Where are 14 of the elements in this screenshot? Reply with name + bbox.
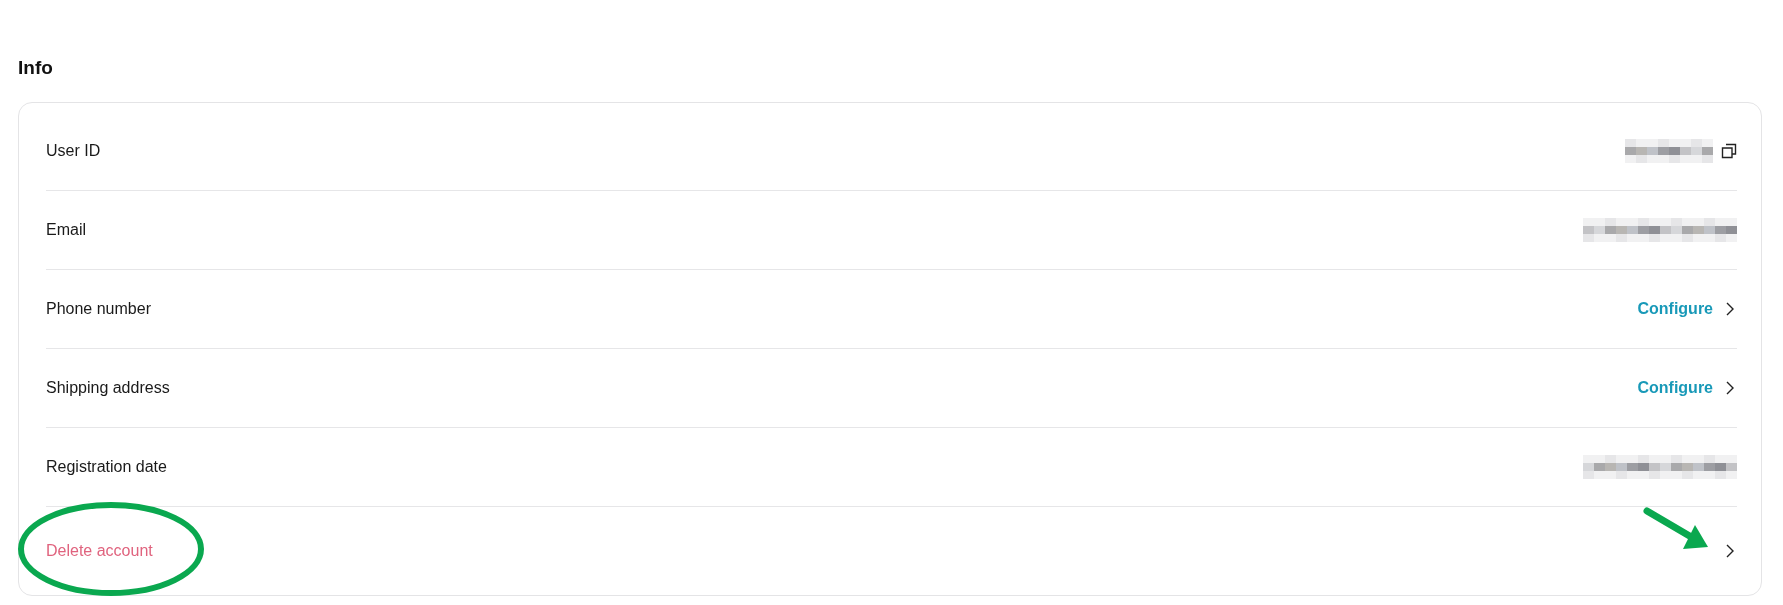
row-label: Phone number: [46, 300, 151, 318]
delete-account-link[interactable]: Delete account: [46, 542, 153, 560]
row-label: User ID: [46, 142, 101, 160]
row-label: Email: [46, 221, 86, 239]
annotation-arrow: [1643, 507, 1711, 551]
section-title: Info: [18, 56, 54, 80]
row-label: Registration date: [46, 458, 167, 476]
chevron-right-icon[interactable]: [1725, 301, 1735, 317]
copy-icon[interactable]: [1721, 143, 1737, 159]
chevron-right-icon[interactable]: [1725, 380, 1735, 396]
row-label: Shipping address: [46, 379, 170, 397]
configure-link[interactable]: Configure: [1637, 379, 1713, 397]
chevron-right-icon[interactable]: [1725, 543, 1735, 559]
configure-link[interactable]: Configure: [1637, 300, 1713, 318]
